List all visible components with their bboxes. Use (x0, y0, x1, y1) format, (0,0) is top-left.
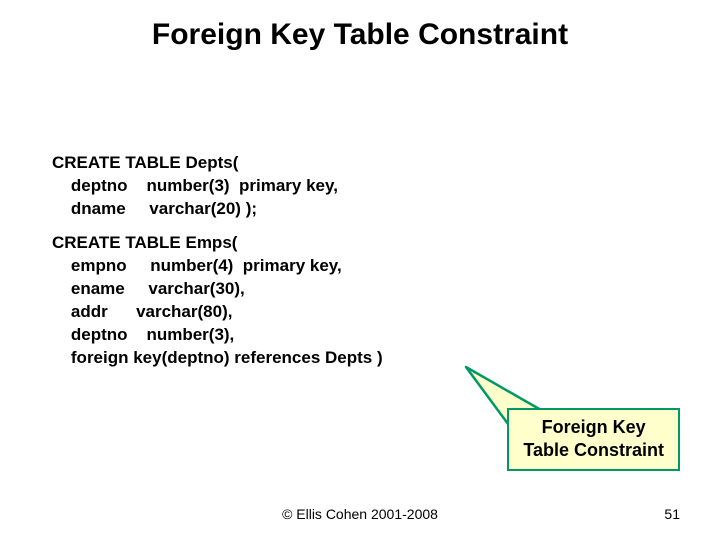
footer-page-number: 51 (664, 506, 680, 522)
callout-line-1: Foreign Key (523, 416, 664, 439)
slide: Foreign Key Table Constraint CREATE TABL… (0, 0, 720, 540)
callout: Foreign Key Table Constraint (507, 408, 680, 471)
footer-copyright: © Ellis Cohen 2001-2008 (0, 506, 720, 522)
slide-title: Foreign Key Table Constraint (0, 0, 720, 52)
code-block-emps: CREATE TABLE Emps( empno number(4) prima… (52, 232, 383, 370)
code-block-depts: CREATE TABLE Depts( deptno number(3) pri… (52, 152, 338, 221)
callout-box: Foreign Key Table Constraint (507, 408, 680, 471)
callout-line-2: Table Constraint (523, 439, 664, 462)
